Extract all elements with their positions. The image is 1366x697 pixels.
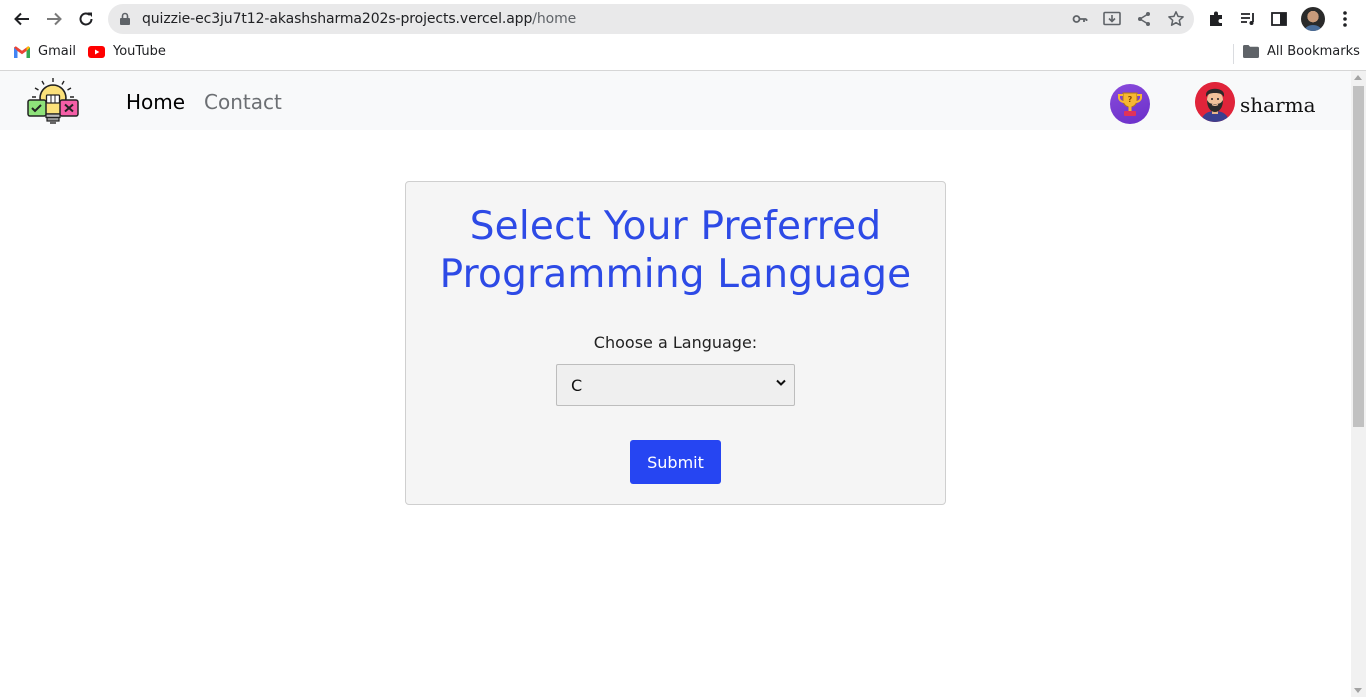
reload-icon xyxy=(79,12,93,26)
arrow-left-icon xyxy=(14,12,29,26)
lightbulb-quiz-logo-icon xyxy=(27,78,79,124)
bookmarks-divider xyxy=(1233,44,1234,64)
page-content: Home Contact ? sharma Select Your Prefer… xyxy=(0,71,1351,697)
install-app-icon[interactable] xyxy=(1102,9,1122,29)
chevron-down-icon xyxy=(776,379,786,386)
submit-button[interactable]: Submit xyxy=(630,440,721,484)
extensions-puzzle-icon[interactable] xyxy=(1205,8,1227,30)
app-navbar: Home Contact ? sharma xyxy=(0,71,1351,130)
user-avatar[interactable] xyxy=(1195,82,1235,122)
media-queue-icon[interactable] xyxy=(1237,8,1259,30)
address-bar[interactable]: quizzie-ec3ju7t12-akashsharma202s-projec… xyxy=(108,4,1194,34)
leaderboard-trophy-button[interactable]: ? xyxy=(1110,84,1150,124)
trophy-icon: ? xyxy=(1118,92,1142,116)
bookmark-gmail[interactable]: Gmail xyxy=(14,44,76,59)
lock-icon xyxy=(120,12,130,25)
bearded-man-avatar-icon xyxy=(1195,82,1235,122)
page-title: Select Your Preferred Programming Langua… xyxy=(439,204,912,297)
back-button[interactable] xyxy=(10,7,34,31)
forward-button[interactable] xyxy=(42,7,66,31)
scroll-down-arrow-icon[interactable] xyxy=(1354,688,1362,693)
svg-text:?: ? xyxy=(1128,95,1133,104)
browser-profile-avatar[interactable] xyxy=(1301,7,1325,31)
share-icon[interactable] xyxy=(1134,9,1154,29)
arrow-right-icon xyxy=(47,12,62,26)
scroll-up-arrow-icon[interactable] xyxy=(1354,75,1362,80)
side-panel-icon[interactable] xyxy=(1268,8,1290,30)
language-select[interactable]: C xyxy=(556,364,795,406)
youtube-icon xyxy=(88,45,105,58)
url-text: quizzie-ec3ju7t12-akashsharma202s-projec… xyxy=(142,11,577,27)
bookmark-star-icon[interactable] xyxy=(1166,9,1186,29)
all-bookmarks-button[interactable]: All Bookmarks xyxy=(1243,44,1360,59)
scrollbar-thumb[interactable] xyxy=(1353,86,1364,427)
nav-link-contact[interactable]: Contact xyxy=(204,90,282,114)
language-selection-card: Select Your Preferred Programming Langua… xyxy=(405,181,946,505)
gmail-icon xyxy=(14,45,30,58)
bookmarks-bar: Gmail YouTube All Bookmarks xyxy=(0,38,1366,71)
quizzie-logo[interactable] xyxy=(26,76,80,126)
language-select-label: Choose a Language: xyxy=(593,333,758,352)
language-select-value: C xyxy=(571,376,583,395)
nav-link-home[interactable]: Home xyxy=(126,90,185,114)
browser-toolbar: quizzie-ec3ju7t12-akashsharma202s-projec… xyxy=(0,0,1366,38)
username-label[interactable]: sharma xyxy=(1240,93,1316,117)
kebab-menu-icon[interactable] xyxy=(1334,8,1356,30)
password-key-icon[interactable] xyxy=(1070,9,1090,29)
folder-icon xyxy=(1243,45,1259,58)
reload-button[interactable] xyxy=(74,7,98,31)
page-scrollbar[interactable] xyxy=(1351,71,1366,697)
bookmark-youtube[interactable]: YouTube xyxy=(88,44,166,59)
